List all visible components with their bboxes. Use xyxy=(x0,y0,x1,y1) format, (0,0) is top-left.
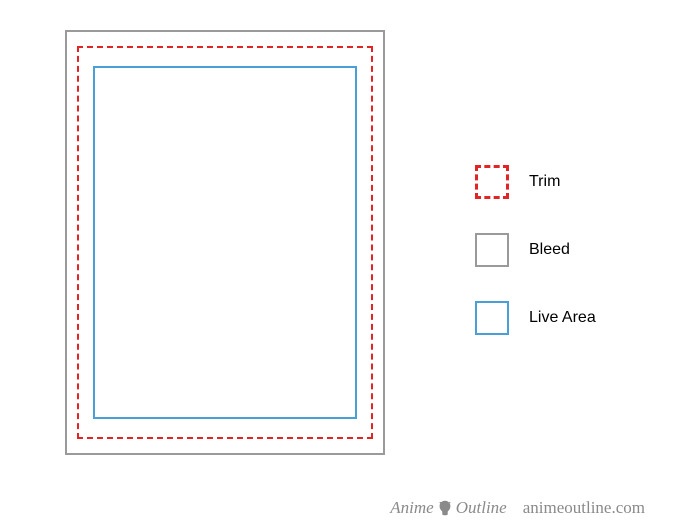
legend-item-live-area: Live Area xyxy=(475,301,596,335)
diagram-canvas: Trim Bleed Live Area Anime Outline anime… xyxy=(0,0,675,530)
legend: Trim Bleed Live Area xyxy=(475,165,596,335)
legend-label: Trim xyxy=(529,173,560,191)
live-area-swatch-icon xyxy=(475,301,509,335)
legend-item-bleed: Bleed xyxy=(475,233,596,267)
legend-label: Live Area xyxy=(529,309,596,327)
live-area-frame xyxy=(93,66,357,419)
legend-item-trim: Trim xyxy=(475,165,596,199)
trim-swatch-icon xyxy=(475,165,509,199)
brand-url: animeoutline.com xyxy=(523,498,645,518)
watermark: Anime Outline animeoutline.com xyxy=(390,498,645,518)
brand-logo: Anime Outline xyxy=(390,498,506,518)
bleed-swatch-icon xyxy=(475,233,509,267)
legend-label: Bleed xyxy=(529,241,570,259)
brand-text-right: Outline xyxy=(456,498,507,518)
brand-text-left: Anime xyxy=(390,498,433,518)
silhouette-icon xyxy=(436,499,454,517)
